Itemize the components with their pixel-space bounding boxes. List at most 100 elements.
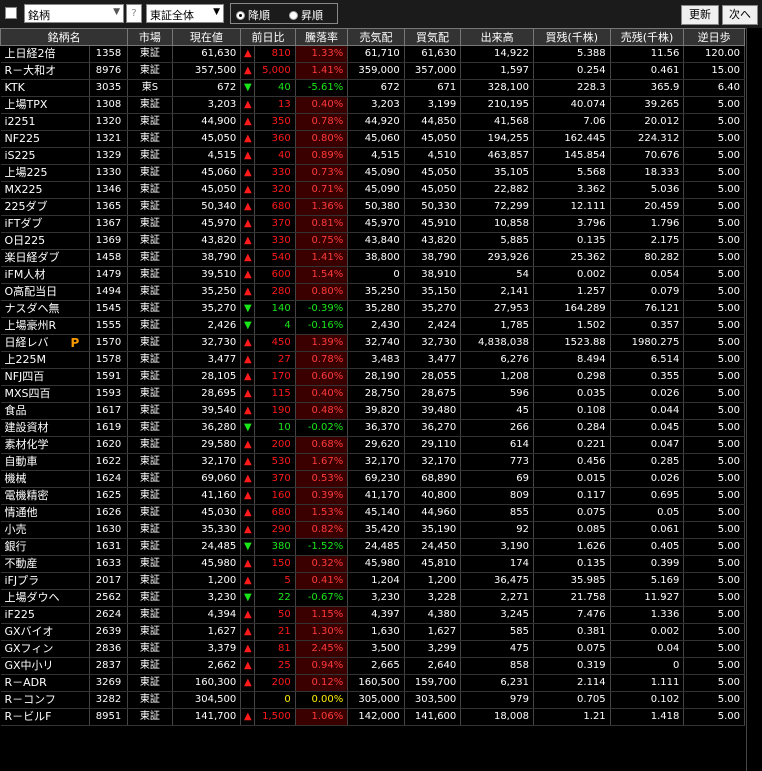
- table-row[interactable]: iFM人材 1479 東証 39,510 ▲ 600 1.54% 0 38,910 54 0.002…: [0, 266, 745, 284]
- symbol-combo-input[interactable]: [55, 7, 105, 20]
- table-row[interactable]: 銀行 1631 東証 24,485 ▼ 380 -1.52% 24,485 24,450 3,19…: [0, 538, 745, 556]
- table-row[interactable]: MX225 1346 東証 45,050 ▲ 320 0.71% 45,090 45,050 22…: [0, 181, 745, 199]
- radio-descending[interactable]: 降順: [236, 7, 270, 23]
- cell-name[interactable]: MX225: [0, 181, 90, 199]
- table-row[interactable]: O日225 1369 東証 43,820 ▲ 330 0.75% 43,840 43,820 5,…: [0, 232, 745, 250]
- table-row[interactable]: 225ダブ 1365 東証 50,340 ▲ 680 1.36% 50,380 50,330 72…: [0, 198, 745, 216]
- cell-name[interactable]: 上225M: [0, 351, 90, 369]
- column-header[interactable]: 売残(千株): [609, 28, 685, 46]
- table-row[interactable]: iS225 1329 東証 4,515 ▲ 40 0.89% 4,515 4,510 463,85…: [0, 147, 745, 165]
- cell-name[interactable]: 機械: [0, 470, 90, 488]
- table-row[interactable]: O高配当日 1494 東証 35,250 ▲ 280 0.80% 35,250 35,150 2,…: [0, 283, 745, 301]
- table-row[interactable]: 機械 1624 東証 69,060 ▲ 370 0.53% 69,230 68,890 69 0.0…: [0, 470, 745, 488]
- table-row[interactable]: 楽日経ダブ 1458 東証 38,790 ▲ 540 1.41% 38,800 38,790 29…: [0, 249, 745, 267]
- table-row[interactable]: R－コンフ 3282 東証 304,500 0 0.00% 305,000 303,500 97…: [0, 691, 745, 709]
- cell-name[interactable]: 225ダブ: [0, 198, 90, 216]
- cell-name[interactable]: 銀行: [0, 538, 90, 556]
- cell-name[interactable]: R－コンフ: [0, 691, 90, 709]
- cell-name[interactable]: 上場225: [0, 164, 90, 182]
- cell-name[interactable]: GXバイオ: [0, 623, 90, 641]
- table-row[interactable]: iFTダブ 1367 東証 45,970 ▲ 370 0.81% 45,970 45,910 10…: [0, 215, 745, 233]
- table-row[interactable]: 食品 1617 東証 39,540 ▲ 190 0.48% 39,820 39,480 45 0.1…: [0, 402, 745, 420]
- table-row[interactable]: 上場豪州R 1555 東証 2,426 ▼ 4 -0.16% 2,430 2,424 1,785 1…: [0, 317, 745, 335]
- table-row[interactable]: 不動産 1633 東証 45,980 ▲ 150 0.32% 45,980 45,810 174 0…: [0, 555, 745, 573]
- cell-name[interactable]: iFM人材: [0, 266, 90, 284]
- column-header[interactable]: 買気配: [403, 28, 462, 46]
- cell-name[interactable]: iS225: [0, 147, 90, 165]
- cell-name[interactable]: O高配当日: [0, 283, 90, 301]
- table-row[interactable]: NF225 1321 東証 45,050 ▲ 360 0.80% 45,060 45,050 19…: [0, 130, 745, 148]
- table-row[interactable]: 小売 1630 東証 35,330 ▲ 290 0.82% 35,420 35,190 92 0.0…: [0, 521, 745, 539]
- cell-name[interactable]: iF225: [0, 606, 90, 624]
- chevron-down-icon[interactable]: ▼: [113, 7, 120, 17]
- table-row[interactable]: NFJ四百 1591 東証 28,105 ▲ 170 0.60% 28,190 28,055 1,…: [0, 368, 745, 386]
- table-row[interactable]: GX中小リ 2837 東証 2,662 ▲ 25 0.94% 2,665 2,640 858 0.3…: [0, 657, 745, 675]
- cell-name[interactable]: O日225: [0, 232, 90, 250]
- cell-name[interactable]: 上日経2倍: [0, 45, 90, 63]
- column-header[interactable]: 前日比: [240, 28, 296, 46]
- cell-name[interactable]: 楽日経ダブ: [0, 249, 90, 267]
- table-row[interactable]: 上場TPX 1308 東証 3,203 ▲ 13 0.40% 3,203 3,199 210,19…: [0, 96, 745, 114]
- table-row[interactable]: 電機精密 1625 東証 41,160 ▲ 160 0.39% 41,170 40,800 809…: [0, 487, 745, 505]
- cell-name[interactable]: NFJ四百: [0, 368, 90, 386]
- table-row[interactable]: 自動車 1622 東証 32,170 ▲ 530 1.67% 32,170 32,170 773 0…: [0, 453, 745, 471]
- cell-name[interactable]: 日経レバ P: [0, 334, 90, 352]
- cell-name[interactable]: iFJプラ: [0, 572, 90, 590]
- radio-dot-icon[interactable]: [289, 10, 298, 20]
- cell-name[interactable]: 情通他: [0, 504, 90, 522]
- table-row[interactable]: MXS四百 1593 東証 28,695 ▲ 115 0.40% 28,750 28,675 59…: [0, 385, 745, 403]
- vertical-scrollbar[interactable]: [746, 28, 762, 771]
- cell-name[interactable]: ナスダヘ無: [0, 300, 90, 318]
- radio-dot-icon[interactable]: [236, 10, 245, 20]
- table-row[interactable]: R－ADR 3269 東証 160,300 ▲ 200 0.12% 160,500 159,70…: [0, 674, 745, 692]
- table-row[interactable]: R－大和オ 8976 東証 357,500 ▲ 5,000 1.41% 359,000 357,…: [0, 62, 745, 80]
- column-header[interactable]: 現在値: [171, 28, 242, 46]
- column-header[interactable]: 逆日歩: [683, 28, 745, 46]
- table-row[interactable]: 日経レバ P 1570 東証 32,730 ▲ 450 1.39% 32,740 32,730 4,…: [0, 334, 745, 352]
- table-row[interactable]: 上場225 1330 東証 45,060 ▲ 330 0.73% 45,090 45,050 35…: [0, 164, 745, 182]
- column-header[interactable]: 市場: [127, 28, 173, 46]
- next-button[interactable]: 次へ: [722, 5, 758, 25]
- table-row[interactable]: ナスダヘ無 1545 東証 35,270 ▼ 140 -0.39% 35,280 35,270 2…: [0, 300, 745, 318]
- select-checkbox[interactable]: [5, 7, 17, 19]
- column-header[interactable]: 売気配: [347, 28, 405, 46]
- table-row[interactable]: i2251 1320 東証 44,900 ▲ 350 0.78% 44,920 44,850 41…: [0, 113, 745, 131]
- table-row[interactable]: GXフィン 2836 東証 3,379 ▲ 81 2.45% 3,500 3,299 475 0.0…: [0, 640, 745, 658]
- table-row[interactable]: iFJプラ 2017 東証 1,200 ▲ 5 0.41% 1,204 1,200 36,475 3…: [0, 572, 745, 590]
- cell-name[interactable]: 上場TPX: [0, 96, 90, 114]
- cell-name[interactable]: MXS四百: [0, 385, 90, 403]
- cell-name[interactable]: 上場豪州R: [0, 317, 90, 335]
- cell-name[interactable]: 自動車: [0, 453, 90, 471]
- cell-name[interactable]: GX中小リ: [0, 657, 90, 675]
- cell-name[interactable]: 不動産: [0, 555, 90, 573]
- column-header[interactable]: 買残(千株): [532, 28, 611, 46]
- column-header[interactable]: 出来高: [460, 28, 534, 46]
- table-row[interactable]: 上日経2倍 1358 東証 61,630 ▲ 810 1.33% 61,710 61,630 14…: [0, 45, 745, 63]
- market-select[interactable]: 東証全体 ▼: [146, 4, 224, 23]
- help-button[interactable]: ?: [126, 4, 142, 23]
- cell-name[interactable]: R－大和オ: [0, 62, 90, 80]
- chevron-down-icon[interactable]: ▼: [213, 7, 220, 17]
- refresh-button[interactable]: 更新: [681, 5, 719, 25]
- cell-name[interactable]: R－ADR: [0, 674, 90, 692]
- symbol-combo[interactable]: 銘柄 ▼: [24, 4, 124, 23]
- table-row[interactable]: R－ビルF 8951 東証 141,700 ▲ 1,500 1.06% 142,000 141,…: [0, 708, 745, 726]
- cell-name[interactable]: NF225: [0, 130, 90, 148]
- cell-name[interactable]: 小売: [0, 521, 90, 539]
- table-row[interactable]: GXバイオ 2639 東証 1,627 ▲ 21 1.30% 1,630 1,627 585 0.3…: [0, 623, 745, 641]
- cell-name[interactable]: KTK: [0, 79, 90, 97]
- cell-name[interactable]: R－ビルF: [0, 708, 90, 726]
- table-row[interactable]: 上225M 1578 東証 3,477 ▲ 27 0.78% 3,483 3,477 6,276 8…: [0, 351, 745, 369]
- cell-name[interactable]: 食品: [0, 402, 90, 420]
- cell-name[interactable]: i2251: [0, 113, 90, 131]
- cell-name[interactable]: iFTダブ: [0, 215, 90, 233]
- cell-name[interactable]: 電機精密: [0, 487, 90, 505]
- table-row[interactable]: KTK 3035 東S 672 ▼ 40 -5.61% 672 671 328,100 228.3 3…: [0, 79, 745, 97]
- cell-name[interactable]: 素材化学: [0, 436, 90, 454]
- radio-ascending[interactable]: 昇順: [289, 7, 323, 23]
- column-header[interactable]: 銘柄名: [0, 28, 129, 46]
- table-row[interactable]: iF225 2624 東証 4,394 ▲ 50 1.15% 4,397 4,380 3,245 7…: [0, 606, 745, 624]
- cell-name[interactable]: 建設資材: [0, 419, 90, 437]
- table-row[interactable]: 素材化学 1620 東証 29,580 ▲ 200 0.68% 29,620 29,110 614…: [0, 436, 745, 454]
- cell-name[interactable]: 上場ダウヘ: [0, 589, 90, 607]
